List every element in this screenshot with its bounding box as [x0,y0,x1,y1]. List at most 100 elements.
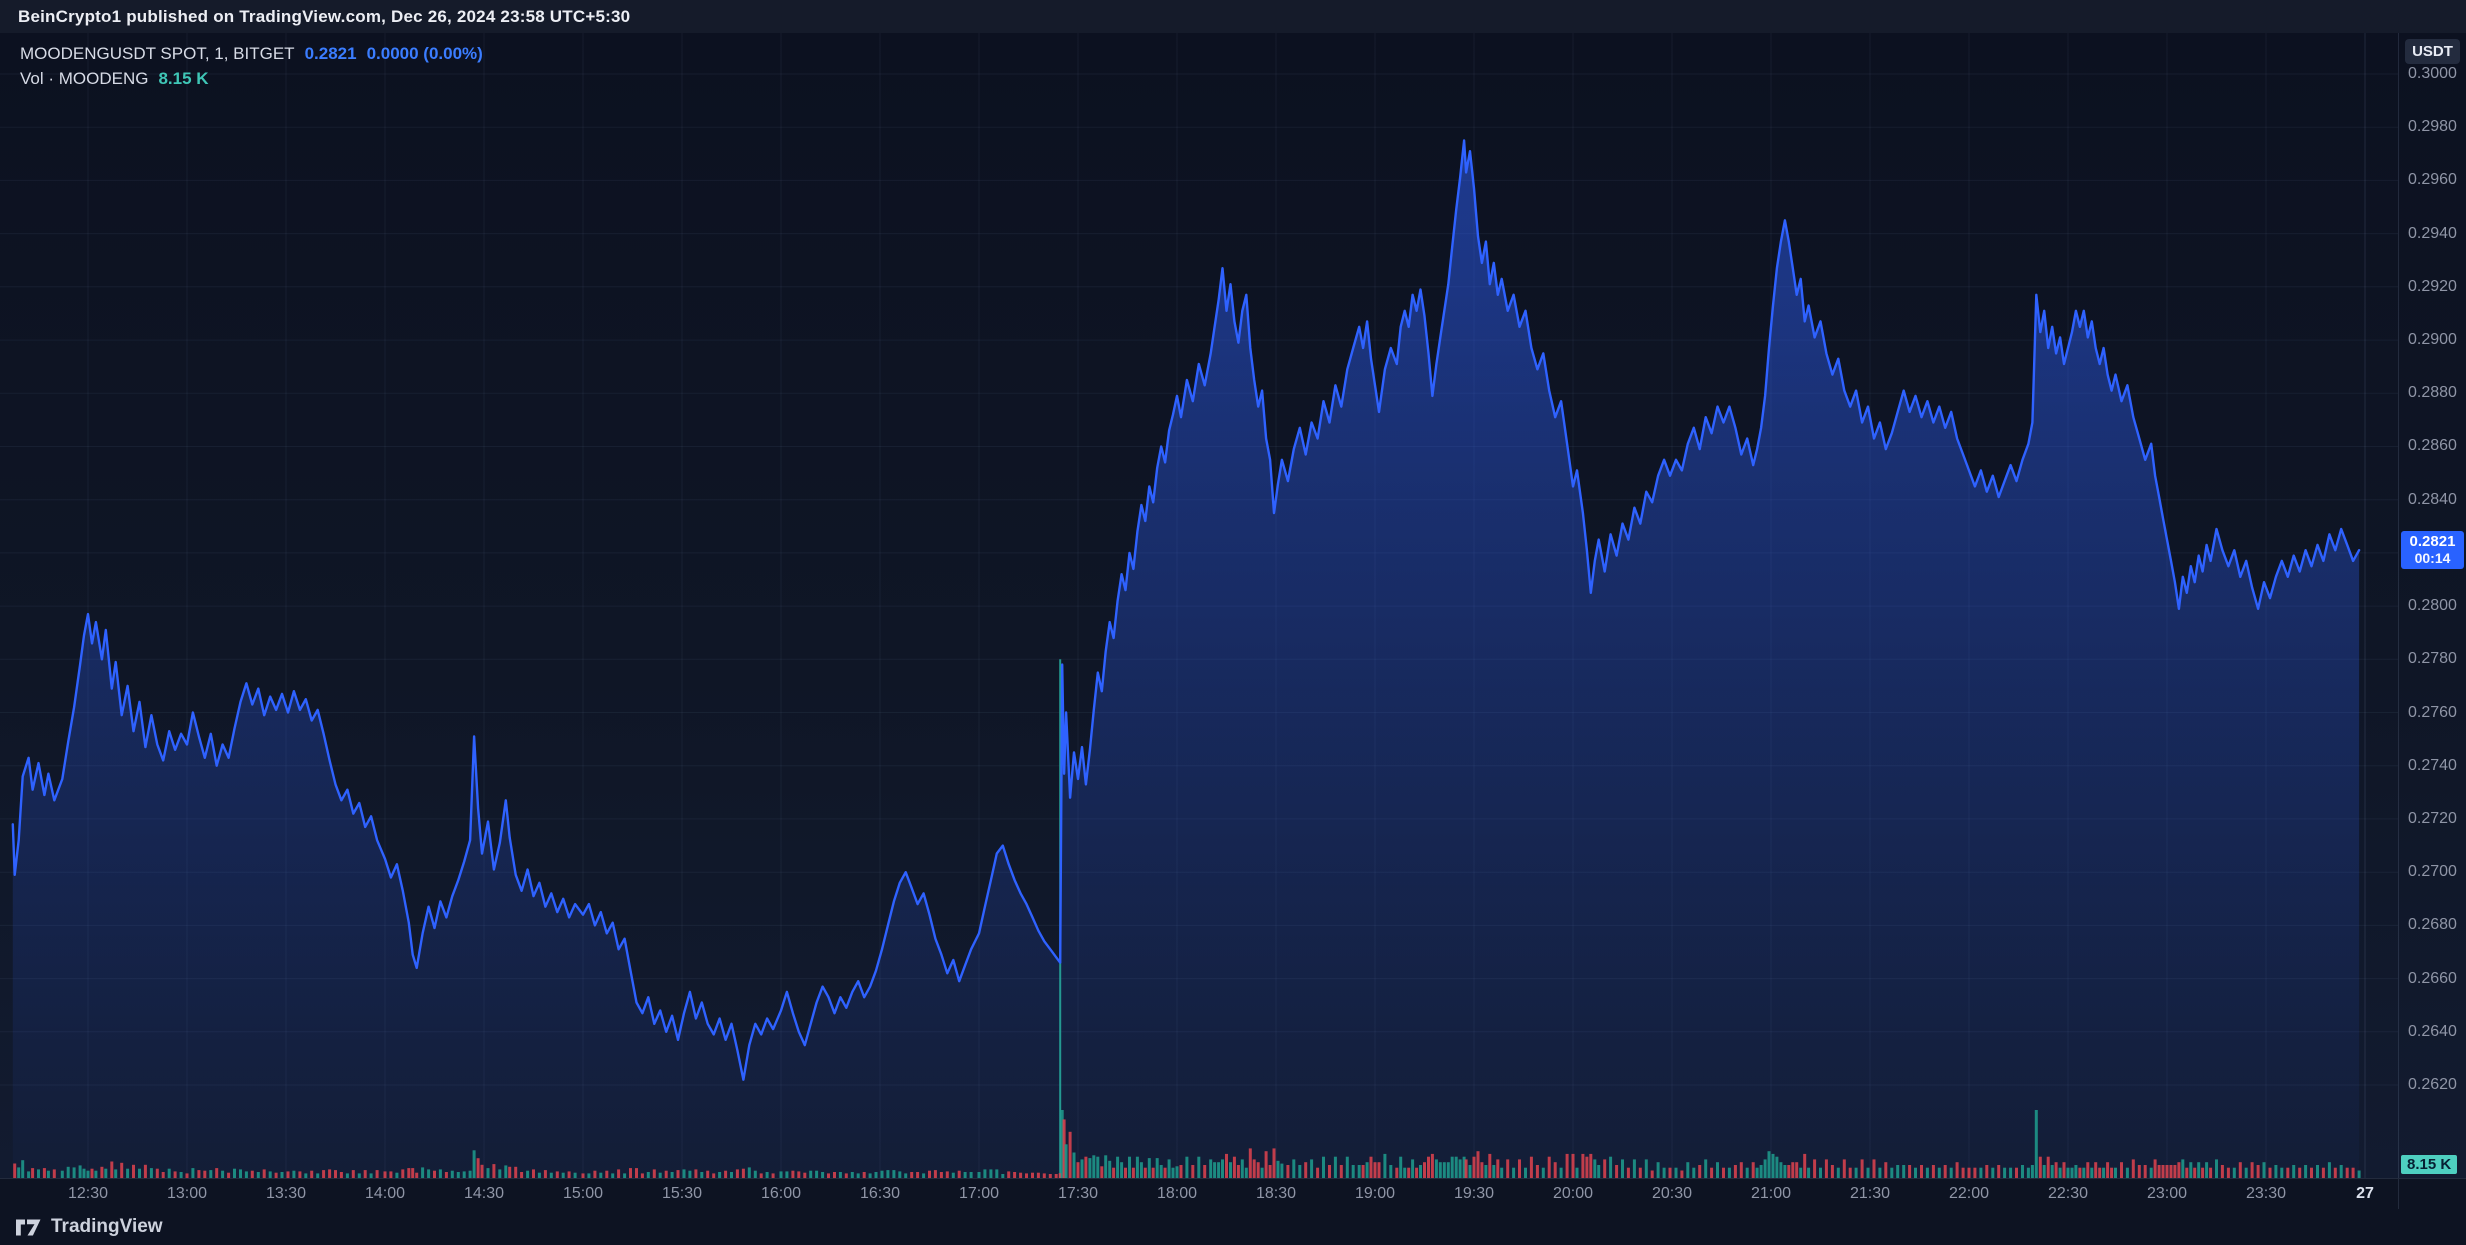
volume-bar [809,1171,812,1178]
volume-bar [1340,1165,1343,1178]
volume-bar [1049,1174,1052,1178]
volume-bar [346,1173,349,1178]
time-tick-label: 20:00 [1541,1185,1605,1203]
volume-bar [389,1171,392,1178]
tradingview-logo[interactable]: TradingView [16,1216,163,1238]
volume-bar [791,1171,794,1178]
volume-bar [2197,1162,2200,1178]
volume-bar [839,1172,842,1178]
volume-bar [251,1171,254,1178]
volume-bar [2071,1168,2074,1178]
price-tick-label: 0.2780 [2408,649,2457,669]
volume-bar [1518,1159,1521,1178]
volume-bar [958,1171,961,1178]
volume-bar [2106,1162,2109,1178]
volume-bar [415,1173,418,1178]
volume-bar [1055,1174,1058,1178]
volume-bar [2286,1168,2289,1178]
volume-bar [73,1167,76,1178]
volume-bar [1084,1157,1087,1178]
volume-bar [1104,1155,1107,1178]
volume-bar [1124,1168,1127,1178]
volume-bar [469,1171,472,1178]
volume-bar [1370,1157,1373,1178]
volume-bar [1185,1157,1188,1178]
volume-bar [1203,1165,1206,1178]
volume-bar [2274,1165,2277,1178]
volume-bar [611,1173,614,1178]
volume-bar [67,1167,70,1178]
volume-bar [2251,1162,2254,1178]
volume-bar [1257,1162,1260,1178]
volume-bar [2039,1157,2042,1178]
volume-bar [1423,1162,1426,1178]
volume-bar [1237,1165,1240,1178]
volume-bar [1069,1132,1072,1178]
volume-bar [477,1158,480,1178]
time-tick-label: 19:30 [1442,1185,1506,1203]
volume-bar [2110,1168,2113,1178]
price-chart-svg[interactable] [0,33,2398,1178]
volume-bar [1249,1148,1252,1178]
volume-bar [2245,1168,2248,1178]
time-tick-label: 27 [2333,1185,2397,1203]
volume-bar [2078,1168,2081,1178]
volume-bar [2051,1165,2054,1178]
time-tick-label: 22:30 [2036,1185,2100,1203]
volume-bar [766,1172,769,1178]
time-tick-label: 15:30 [650,1185,714,1203]
volume-bar [384,1171,387,1178]
volume-bar [587,1173,590,1178]
volume-bar [1819,1168,1822,1178]
volume-bar [1831,1165,1834,1178]
volume-bar [1081,1159,1084,1178]
volume-bar [1576,1168,1579,1178]
chart-pane[interactable]: MOODENGUSDT SPOT, 1, BITGET 0.2821 0.000… [0,33,2398,1178]
volume-bar [2263,1162,2266,1178]
currency-button[interactable]: USDT [2405,39,2460,64]
symbol-title[interactable]: MOODENGUSDT SPOT, 1, BITGET [20,43,295,65]
volume-bar [886,1170,889,1178]
volume-bar [1209,1159,1212,1178]
volume-bar [677,1170,680,1178]
volume-bar [964,1172,967,1178]
volume-bar [1692,1168,1695,1178]
volume-bar [1775,1157,1778,1178]
volume-bar [1609,1157,1612,1178]
volume-bar [27,1171,30,1178]
volume-bar [2015,1168,2018,1178]
volume-bar [47,1171,50,1178]
volume-indicator-label[interactable]: Vol · MOODENG [20,68,148,90]
volume-bar [2003,1168,2006,1178]
volume-bar [1152,1168,1155,1178]
volume-bar [2227,1168,2230,1178]
volume-bar [197,1170,200,1178]
volume-bar [421,1167,424,1178]
price-axis[interactable]: USDT 0.2821 00:14 8.15 K 0.30000.29800.2… [2398,33,2466,1178]
volume-bar [1746,1168,1749,1178]
volume-bar [1362,1165,1365,1178]
volume-bar [340,1172,343,1178]
volume-bar [1261,1168,1264,1178]
time-axis[interactable]: 12:3013:0013:3014:0014:3015:0015:3016:00… [0,1179,2398,1209]
volume-bar [504,1165,507,1178]
volume-bar [946,1171,949,1178]
volume-bar [2181,1159,2184,1178]
volume-bar [1213,1162,1216,1178]
time-tick-label: 20:30 [1640,1185,1704,1203]
volume-bar [1698,1165,1701,1178]
volume-bar [593,1171,596,1178]
volume-bar [1112,1168,1115,1178]
volume-bar [1686,1162,1689,1178]
volume-bar [983,1169,986,1178]
volume-bar [760,1173,763,1178]
volume-bar [144,1165,147,1178]
volume-bar [1225,1154,1228,1178]
volume-bar [245,1171,248,1178]
volume-bar [904,1173,907,1178]
volume-bar [1603,1159,1606,1178]
volume-bar [724,1171,727,1178]
time-tick-label: 21:00 [1739,1185,1803,1203]
volume-bar [1772,1154,1775,1178]
time-tick-label: 18:30 [1244,1185,1308,1203]
